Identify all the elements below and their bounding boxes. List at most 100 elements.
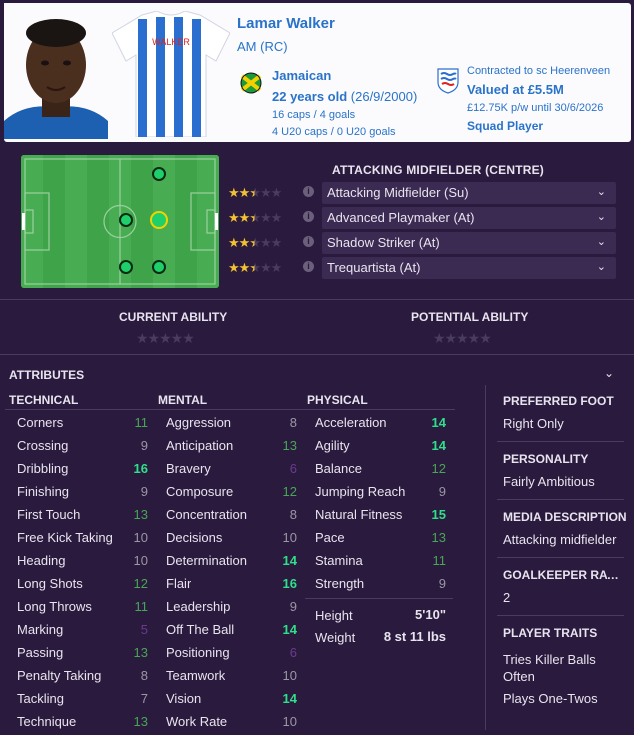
attribute-row[interactable]: Work Rate 10 — [166, 714, 297, 735]
attribute-row[interactable]: Tackling 7 — [17, 691, 148, 714]
attribute-row[interactable]: Finishing 9 — [17, 484, 148, 507]
attribute-row[interactable]: Long Shots 12 — [17, 576, 148, 599]
attribute-value: 13 — [133, 714, 148, 729]
attribute-row[interactable]: Pace 13 — [315, 530, 446, 553]
attribute-row[interactable]: Jumping Reach 9 — [315, 484, 446, 507]
attribute-value: 9 — [438, 484, 446, 499]
club-shirt-icon: WALKER — [112, 11, 230, 137]
attribute-row[interactable]: Marking 5 — [17, 622, 148, 645]
role-label: Attacking Midfielder (Su) — [327, 185, 469, 200]
player-trait-1[interactable]: Tries Killer Balls Often — [503, 651, 618, 685]
attribute-row[interactable]: Determination 14 — [166, 553, 297, 576]
attribute-value: 9 — [140, 484, 148, 499]
attribute-row[interactable]: Composure 12 — [166, 484, 297, 507]
attribute-name: Stamina — [315, 553, 363, 568]
divider — [497, 557, 624, 558]
divider — [5, 409, 155, 410]
attribute-row[interactable]: Decisions 10 — [166, 530, 297, 553]
role-dropdown[interactable]: Trequartista (At) ⌄ — [322, 257, 616, 279]
u20-caps: 4 U20 caps / 0 U20 goals — [272, 126, 396, 138]
attribute-row[interactable]: Technique 13 — [17, 714, 148, 735]
chevron-down-icon: ⌄ — [596, 211, 606, 223]
role-row[interactable]: ★★★★★ i Attacking Midfielder (Su) ⌄ — [228, 182, 618, 204]
club-badge-icon — [437, 68, 459, 94]
chevron-down-icon: ⌄ — [596, 186, 606, 198]
attribute-row[interactable]: Stamina 11 — [315, 553, 446, 576]
attribute-row[interactable]: Balance 12 — [315, 461, 446, 484]
player-photo — [4, 3, 108, 139]
attribute-value: 10 — [282, 714, 297, 729]
attribute-row[interactable]: Concentration 8 — [166, 507, 297, 530]
attribute-row[interactable]: Vision 14 — [166, 691, 297, 714]
attribute-row[interactable]: Aggression 8 — [166, 415, 297, 438]
attribute-value: 6 — [289, 645, 297, 660]
attribute-name: Acceleration — [315, 415, 387, 430]
attribute-row[interactable]: Agility 14 — [315, 438, 446, 461]
role-label: Advanced Playmaker (At) — [327, 210, 475, 225]
technical-title: TECHNICAL — [9, 393, 79, 407]
attribute-row[interactable]: Dribbling 16 — [17, 461, 148, 484]
attribute-row[interactable]: Flair 16 — [166, 576, 297, 599]
attribute-value: 5 — [140, 622, 148, 637]
attribute-row[interactable]: Penalty Taking 8 — [17, 668, 148, 691]
info-icon[interactable]: i — [303, 186, 314, 197]
weight-label: Weight — [315, 630, 356, 645]
role-dropdown[interactable]: Attacking Midfielder (Su) ⌄ — [322, 182, 616, 204]
role-row[interactable]: ★★★★★ i Shadow Striker (At) ⌄ — [228, 232, 618, 254]
attribute-name: Agility — [315, 438, 350, 453]
attribute-row[interactable]: Corners 11 — [17, 415, 148, 438]
player-wage: £12.75K p/w until 30/6/2026 — [467, 102, 604, 114]
goalkeeper-rating-value: 2 — [503, 590, 511, 605]
role-dropdown[interactable]: Advanced Playmaker (At) ⌄ — [322, 207, 616, 229]
attribute-row[interactable]: Free Kick Taking 10 — [17, 530, 148, 553]
attribute-row[interactable]: Natural Fitness 15 — [315, 507, 446, 530]
attribute-name: Strength — [315, 576, 365, 591]
attribute-name: Positioning — [166, 645, 230, 660]
attribute-row[interactable]: Strength 9 — [315, 576, 446, 599]
attribute-row[interactable]: Acceleration 14 — [315, 415, 446, 438]
role-stars: ★★★★★ — [228, 210, 282, 225]
weight-value: 8 st 11 lbs — [370, 629, 446, 644]
preferred-foot-value: Right Only — [503, 416, 564, 431]
attribute-value: 11 — [134, 415, 149, 430]
attribute-value: 14 — [282, 691, 297, 706]
attribute-name: First Touch — [17, 507, 81, 522]
attribute-row[interactable]: Positioning 6 — [166, 645, 297, 668]
role-dropdown[interactable]: Shadow Striker (At) ⌄ — [322, 232, 616, 254]
attribute-value: 13 — [133, 645, 148, 660]
attribute-row[interactable]: Passing 13 — [17, 645, 148, 668]
attribute-name: Determination — [166, 553, 247, 568]
attribute-value: 8 — [140, 668, 148, 683]
attribute-row[interactable]: Teamwork 10 — [166, 668, 297, 691]
player-trait-2[interactable]: Plays One-Twos — [503, 691, 598, 706]
attribute-value: 11 — [134, 599, 149, 614]
attributes-collapse-chevron-icon[interactable]: ⌄ — [604, 366, 614, 380]
role-label: Shadow Striker (At) — [327, 235, 440, 250]
attribute-value: 6 — [289, 461, 297, 476]
info-icon[interactable]: i — [303, 236, 314, 247]
attribute-value: 10 — [133, 530, 148, 545]
position-dot-mc — [119, 213, 133, 227]
attribute-row[interactable]: Bravery 6 — [166, 461, 297, 484]
nationality[interactable]: Jamaican — [272, 68, 331, 83]
attribute-row[interactable]: Heading 10 — [17, 553, 148, 576]
role-row[interactable]: ★★★★★ i Advanced Playmaker (At) ⌄ — [228, 207, 618, 229]
contract-club[interactable]: Contracted to sc Heerenveen — [467, 65, 610, 77]
current-ability-label: CURRENT ABILITY — [119, 310, 228, 324]
media-description-title: MEDIA DESCRIPTION — [503, 510, 627, 524]
attribute-value: 7 — [140, 691, 148, 706]
divider — [305, 598, 453, 599]
attribute-row[interactable]: Off The Ball 14 — [166, 622, 297, 645]
position-dot-aml — [152, 167, 166, 181]
attribute-row[interactable]: Crossing 9 — [17, 438, 148, 461]
attribute-name: Jumping Reach — [315, 484, 406, 499]
attribute-row[interactable]: Long Throws 11 — [17, 599, 148, 622]
info-icon[interactable]: i — [303, 211, 314, 222]
position-dot-amr — [152, 260, 166, 274]
attribute-row[interactable]: Leadership 9 — [166, 599, 297, 622]
role-row[interactable]: ★★★★★ i Trequartista (At) ⌄ — [228, 257, 618, 279]
attribute-row[interactable]: First Touch 13 — [17, 507, 148, 530]
attribute-row[interactable]: Anticipation 13 — [166, 438, 297, 461]
info-icon[interactable]: i — [303, 261, 314, 272]
player-name[interactable]: Lamar Walker — [237, 15, 335, 32]
